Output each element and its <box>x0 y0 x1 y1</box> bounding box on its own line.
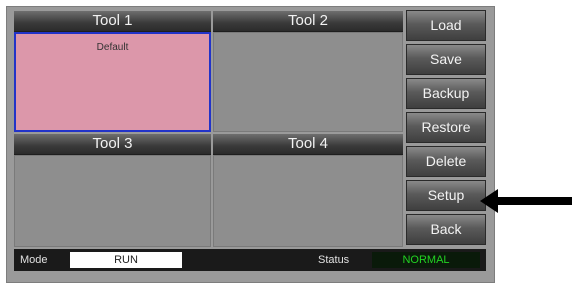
status-bar: Mode RUN Status NORMAL <box>14 249 486 271</box>
tool-slot-4-body[interactable] <box>213 155 403 247</box>
tool-slot-3[interactable]: Tool 3 <box>14 134 211 247</box>
restore-button[interactable]: Restore <box>406 112 486 143</box>
save-button[interactable]: Save <box>406 44 486 75</box>
setup-button[interactable]: Setup <box>406 180 486 211</box>
tool-slot-1-body[interactable]: Default <box>14 32 211 132</box>
status-value: NORMAL <box>372 252 480 268</box>
tool-slot-4[interactable]: Tool 4 <box>213 134 403 247</box>
tool-slot-3-body[interactable] <box>14 155 211 247</box>
load-button[interactable]: Load <box>406 10 486 41</box>
tool-slot-1-preset: Default <box>96 42 129 53</box>
tool-slot-1-title: Tool 1 <box>14 11 211 32</box>
status-label: Status <box>318 254 350 266</box>
mode-value: RUN <box>70 252 182 268</box>
tool-slot-2-title: Tool 2 <box>213 11 403 32</box>
arrow-left-icon <box>480 189 572 213</box>
tool-slot-3-title: Tool 3 <box>14 134 211 155</box>
mode-label: Mode <box>20 254 48 266</box>
tool-slot-2[interactable]: Tool 2 <box>213 11 403 132</box>
back-button[interactable]: Back <box>406 214 486 245</box>
backup-button[interactable]: Backup <box>406 78 486 109</box>
tool-slot-2-body[interactable] <box>213 32 403 132</box>
delete-button[interactable]: Delete <box>406 146 486 177</box>
tool-slot-4-title: Tool 4 <box>213 134 403 155</box>
tool-slot-1[interactable]: Tool 1 Default <box>14 11 211 132</box>
tool-manager-panel: Tool 1 Default Tool 2 Tool 3 Tool 4 Load… <box>6 6 495 283</box>
